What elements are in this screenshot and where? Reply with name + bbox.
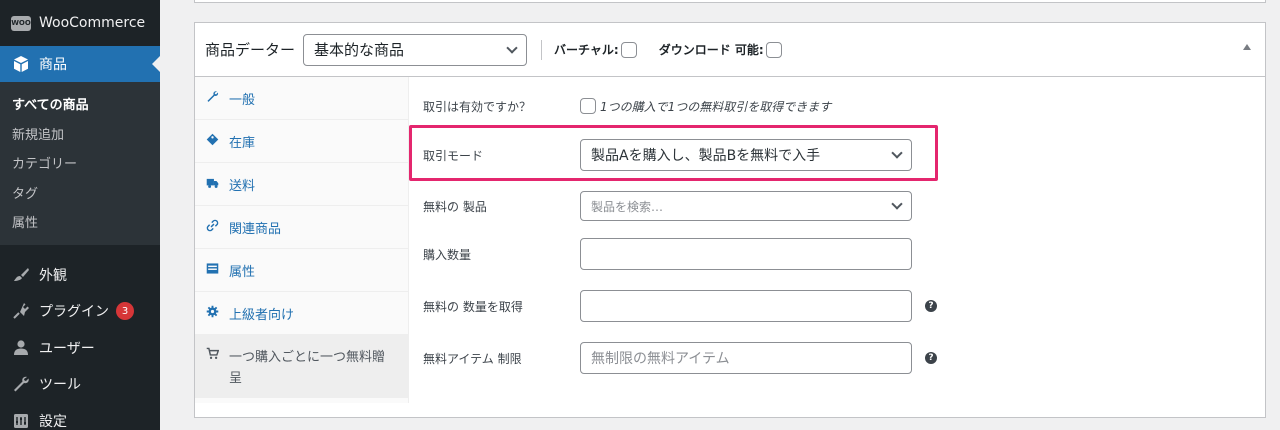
wrench-icon — [11, 374, 31, 394]
cart-icon — [205, 347, 219, 363]
tab-general-label: 一般 — [229, 92, 256, 108]
plug-icon — [11, 301, 31, 321]
gear-icon — [205, 305, 219, 321]
menu-tools-label: ツール — [39, 377, 81, 394]
deal-enabled-label: 取引は有効ですか？ — [423, 99, 532, 114]
settings-icon — [11, 411, 31, 430]
free-quantity-label: 無料の 数量を取得 — [423, 299, 523, 314]
free-quantity-row: 無料の 数量を取得 ? — [409, 290, 1265, 322]
menu-plugins[interactable]: プラグイン 3 — [0, 293, 160, 330]
menu-plugins-label: プラグイン — [39, 304, 109, 321]
help-icon[interactable]: ? — [925, 300, 937, 312]
tab-linked-products-label: 関連商品 — [229, 221, 282, 237]
product-data-metabox: 商品データー 基本的な商品 バーチャル: ダウンロード 可能: 一般 在庫 送料… — [194, 22, 1266, 418]
menu-tools[interactable]: ツール — [0, 366, 160, 403]
buy-quantity-row: 購入数量 — [409, 238, 1265, 270]
virtual-checkbox[interactable] — [620, 41, 637, 58]
tab-bogo[interactable]: 一つ購入ごとに一つ無料贈呈 — [195, 335, 408, 398]
previous-metabox-edge — [194, 0, 1266, 3]
submenu-attributes[interactable]: 属性 — [0, 207, 160, 237]
deal-enabled-row: 取引は有効ですか？ 1つの購入で1つの無料取引を取得できます — [409, 96, 1265, 116]
menu-users-label: ユーザー — [39, 340, 95, 357]
menu-products-label: 商品 — [39, 57, 67, 73]
tab-inventory-label: 在庫 — [229, 135, 256, 151]
chevron-down-icon — [506, 41, 518, 54]
tab-attributes[interactable]: 属性 — [195, 249, 408, 292]
menu-settings[interactable]: 設定 — [0, 403, 160, 430]
tab-advanced-label: 上級者向け — [229, 307, 295, 323]
tab-bogo-label: 一つ購入ごとに一つ無料贈呈 — [229, 350, 386, 386]
tab-shipping-label: 送料 — [229, 178, 256, 194]
product-data-title: 商品データー — [205, 41, 296, 59]
cube-icon — [11, 54, 31, 74]
annotation-highlight-box — [409, 125, 938, 181]
menu-appearance[interactable]: 外観 — [0, 257, 160, 294]
products-submenu: すべての商品 新規追加 カテゴリー タグ 属性 — [0, 82, 160, 245]
chevron-down-icon — [891, 198, 903, 210]
menu-appearance-label: 外観 — [39, 267, 67, 284]
wrench-icon — [205, 90, 219, 106]
free-product-placeholder: 製品を検索… — [591, 199, 664, 214]
menu-users[interactable]: ユーザー — [0, 330, 160, 367]
menu-woocommerce-label: WooCommerce — [39, 15, 146, 31]
free-product-search[interactable]: 製品を検索… — [580, 191, 912, 221]
tag-icon — [205, 133, 219, 149]
submenu-all-products[interactable]: すべての商品 — [0, 89, 160, 119]
tab-attributes-label: 属性 — [229, 264, 256, 280]
virtual-label: バーチャル: — [554, 43, 619, 57]
plugins-update-badge: 3 — [116, 302, 134, 321]
link-icon — [205, 219, 219, 235]
menu-woocommerce[interactable]: WOO WooCommerce — [0, 0, 160, 46]
tab-advanced[interactable]: 上級者向け — [195, 292, 408, 335]
header-divider — [541, 39, 543, 60]
downloadable-checkbox[interactable] — [765, 41, 782, 58]
help-icon[interactable]: ? — [925, 352, 937, 364]
deal-enabled-checkbox[interactable] — [580, 98, 596, 114]
woocommerce-icon: WOO — [11, 13, 31, 33]
admin-sidebar: WOO WooCommerce 商品 すべての商品 新規追加 カテゴリー タグ … — [0, 0, 160, 430]
submenu-categories[interactable]: カテゴリー — [0, 148, 160, 178]
free-limit-placeholder: 無制限の無料アイテム — [591, 351, 730, 367]
free-product-label: 無料の 製品 — [423, 199, 487, 214]
buy-quantity-label: 購入数量 — [423, 247, 472, 262]
menu-settings-label: 設定 — [39, 413, 67, 430]
free-product-row: 無料の 製品 製品を検索… — [409, 190, 1265, 222]
product-data-tabs: 一般 在庫 送料 関連商品 属性 上級者向け 一つ購入ごとに一つ無料贈呈 — [195, 77, 409, 403]
user-icon — [11, 338, 31, 358]
product-type-select[interactable]: 基本的な商品 — [303, 33, 528, 66]
tab-linked-products[interactable]: 関連商品 — [195, 206, 408, 249]
collapse-toggle-icon[interactable] — [1243, 44, 1251, 50]
submenu-add-new[interactable]: 新規追加 — [0, 119, 160, 149]
free-limit-input[interactable]: 無制限の無料アイテム — [580, 342, 912, 374]
downloadable-label: ダウンロード 可能: — [658, 43, 764, 57]
list-view-icon — [205, 262, 219, 278]
virtual-option: バーチャル: — [554, 41, 637, 58]
product-data-header: 商品データー 基本的な商品 バーチャル: ダウンロード 可能: — [195, 23, 1265, 77]
tab-inventory[interactable]: 在庫 — [195, 120, 408, 163]
free-limit-label: 無料アイテム 制限 — [423, 351, 522, 366]
free-limit-row: 無料アイテム 制限 無制限の無料アイテム ? — [409, 342, 1265, 374]
truck-icon — [205, 176, 219, 192]
paintbrush-icon — [11, 265, 31, 285]
menu-products[interactable]: 商品 — [0, 46, 160, 82]
tab-general[interactable]: 一般 — [195, 77, 408, 120]
product-type-value: 基本的な商品 — [314, 41, 405, 59]
deal-enabled-description: 1つの購入で1つの無料取引を取得できます — [600, 99, 832, 114]
free-quantity-input[interactable] — [580, 290, 912, 322]
downloadable-option: ダウンロード 可能: — [659, 41, 782, 58]
tab-shipping[interactable]: 送料 — [195, 163, 408, 206]
submenu-tags[interactable]: タグ — [0, 178, 160, 208]
buy-quantity-input[interactable] — [580, 238, 912, 270]
